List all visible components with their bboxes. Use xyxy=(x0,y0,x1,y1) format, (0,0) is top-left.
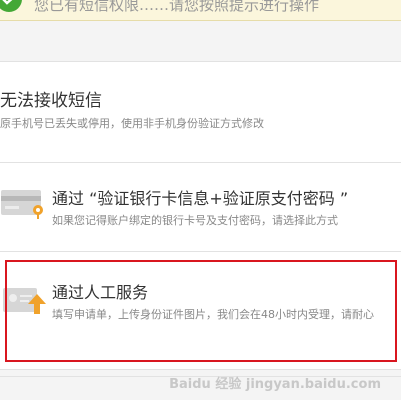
option-cannot-receive-sms[interactable]: 无法接收短信 原手机号已丢失或停用，使用非手机身份验证方式修改 xyxy=(0,61,401,163)
option-description: 原手机号已丢失或停用，使用非手机身份验证方式修改 xyxy=(0,117,264,130)
top-notice-banner: 您已有短信权限……请您按照提示进行操作 xyxy=(0,0,401,21)
option-title: 无法接收短信 xyxy=(0,91,102,111)
option-title: 通过 “验证银行卡信息+验证原支付密码 ” xyxy=(52,189,349,208)
watermark: Baidu 经验 jingyan.baidu.com xyxy=(169,377,381,392)
banner-message: 您已有短信权限……请您按照提示进行操作 xyxy=(34,0,320,14)
bank-card-key-icon xyxy=(0,189,48,223)
option-description: 如果您记得账户绑定的银行卡号及支付密码，请选择此方式 xyxy=(52,214,338,227)
success-check-icon xyxy=(0,0,22,12)
highlight-box xyxy=(5,260,397,362)
option-bank-card-verification[interactable]: 通过 “验证银行卡信息+验证原支付密码 ” 如果您记得账户绑定的银行卡号及支付密… xyxy=(0,162,401,252)
